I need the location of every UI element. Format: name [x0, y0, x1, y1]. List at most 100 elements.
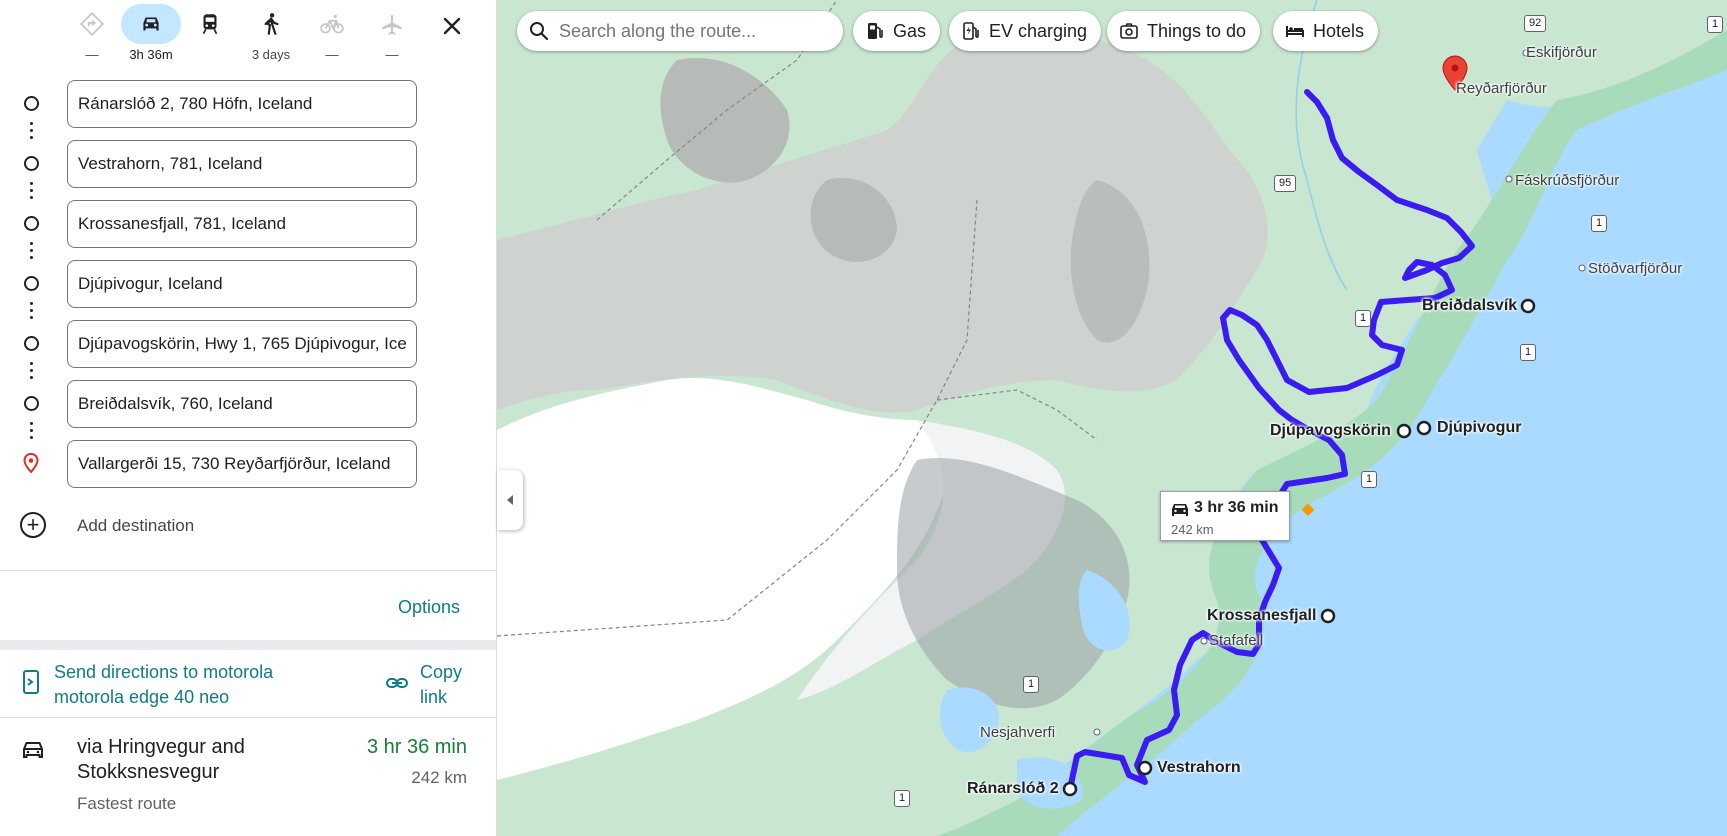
- place-label: Reyðarfjörður: [1456, 80, 1547, 97]
- route-duration: 3 hr 36 min: [366, 736, 467, 758]
- ev-charging-icon: [963, 22, 979, 40]
- waypoint-input[interactable]: [67, 260, 417, 308]
- search-input[interactable]: [559, 20, 829, 42]
- road-shield: 95: [1274, 175, 1297, 192]
- car-icon: [1172, 504, 1188, 516]
- mode-best[interactable]: —: [62, 4, 122, 64]
- search-icon: [530, 22, 549, 41]
- route-eta-callout[interactable]: 3 hr 36 min 242 km: [1160, 491, 1290, 541]
- camera-icon: [1120, 23, 1138, 39]
- chip-ev-charging[interactable]: EV charging: [949, 11, 1102, 51]
- chip-hotels[interactable]: Hotels: [1273, 11, 1379, 51]
- options-button[interactable]: Options: [398, 597, 460, 618]
- mode-driving-label: 3h 36m: [129, 47, 173, 62]
- waypoint-row: [0, 78, 496, 128]
- eta-duration: 3 hr 36 min: [1194, 499, 1279, 516]
- add-destination-button[interactable]: + Add destination: [0, 504, 496, 546]
- map-canvas[interactable]: Eskifjörður Reyðarfjörður Fáskrúðsfjörðu…: [497, 0, 1727, 836]
- walking-icon: [264, 13, 279, 35]
- send-directions-section: Send directions to motorola motorola edg…: [0, 650, 496, 718]
- mode-walking-label: 3 days: [251, 47, 291, 62]
- waypoint-row: [0, 198, 496, 248]
- place-label: Eskifjörður: [1526, 44, 1597, 61]
- waypoint-row: [0, 438, 496, 488]
- mode-transit[interactable]: [180, 4, 240, 64]
- waypoint-circle-icon: [22, 214, 40, 232]
- add-destination-label: Add destination: [77, 516, 195, 535]
- waypoint-input[interactable]: [67, 380, 417, 428]
- chip-gas[interactable]: Gas: [853, 11, 941, 51]
- waypoint-row: [0, 378, 496, 428]
- mode-cycling-label: —: [325, 47, 339, 62]
- mode-cycling[interactable]: —: [302, 4, 362, 64]
- mode-flights-label: —: [385, 47, 399, 62]
- copy-link-button[interactable]: Copy link: [386, 660, 486, 710]
- road-shield: 1: [1520, 344, 1537, 361]
- waypoint-input[interactable]: [67, 200, 417, 248]
- divider: [0, 570, 496, 571]
- airplane-icon: [382, 14, 402, 35]
- road-shield: 1: [894, 790, 911, 807]
- close-icon: [443, 17, 461, 35]
- search-along-route: [517, 11, 843, 51]
- route-subtitle: Fastest route: [77, 794, 177, 813]
- car-icon: [143, 17, 159, 31]
- place-label: Fáskrúðsfjörður: [1515, 172, 1620, 189]
- chip-label: Things to do: [1147, 20, 1247, 41]
- car-icon: [23, 742, 43, 758]
- gas-station-icon: [868, 23, 883, 39]
- section-separator: [0, 640, 496, 650]
- bed-icon: [1286, 26, 1304, 37]
- mode-transit-label: [180, 47, 240, 63]
- add-circle-icon: +: [20, 512, 46, 538]
- directions-panel: — 3h 36m 3 days — — Ránarslóð 2, 780 Höf…: [0, 0, 497, 836]
- waypoint-circle-icon: [22, 94, 40, 112]
- stop-label: Breiðdalsvík: [1422, 297, 1518, 314]
- road-shield: 1: [1591, 215, 1608, 232]
- travel-mode-bar: — 3h 36m 3 days — —: [0, 0, 496, 68]
- waypoint-input[interactable]: [67, 320, 417, 368]
- destination-input[interactable]: [67, 440, 417, 488]
- place-label: Stöðvarfjörður: [1588, 260, 1683, 277]
- link-icon: [386, 678, 408, 688]
- waypoint-input[interactable]: [67, 80, 417, 128]
- send-directions-link[interactable]: Send directions to motorola motorola edg…: [54, 660, 314, 710]
- chip-things-to-do[interactable]: Things to do: [1107, 11, 1261, 51]
- stop-label: Djúpivogur: [1437, 419, 1522, 436]
- close-directions-button[interactable]: [436, 10, 468, 42]
- road-shield: 1: [1707, 16, 1724, 33]
- stop-label: Vestrahorn: [1157, 759, 1241, 776]
- waypoint-circle-icon: [22, 274, 40, 292]
- route-distance: 242 km: [411, 768, 467, 787]
- directions-diamond-icon: [79, 11, 105, 37]
- map-terrain: [497, 0, 1727, 836]
- send-to-phone-icon: [23, 670, 39, 694]
- road-shield: 1: [1355, 310, 1372, 327]
- collapse-panel-button[interactable]: [497, 470, 523, 530]
- waypoint-row: [0, 138, 496, 188]
- road-shield: 1: [1023, 676, 1040, 693]
- waypoint-row: [0, 318, 496, 368]
- stop-label: Ránarslóð 2: [967, 780, 1059, 797]
- route-option[interactable]: via Hringvegur and Stokksnesvegur Fastes…: [0, 718, 496, 836]
- chip-label: Hotels: [1313, 20, 1365, 41]
- chip-label: EV charging: [989, 20, 1088, 41]
- waypoint-circle-icon: [22, 334, 40, 352]
- mode-flights[interactable]: —: [362, 4, 422, 64]
- mode-driving[interactable]: 3h 36m: [121, 4, 181, 64]
- place-label: Nesjahverfi: [980, 724, 1056, 741]
- destination-pin-icon: [22, 453, 40, 473]
- mode-walking[interactable]: 3 days: [241, 4, 301, 64]
- waypoint-circle-icon: [22, 154, 40, 172]
- mode-best-label: —: [85, 47, 99, 62]
- stop-label: Krossanesfjall: [1207, 607, 1317, 624]
- waypoint-input[interactable]: [67, 140, 417, 188]
- road-shield: 1: [1361, 471, 1378, 488]
- chevron-left-icon: [507, 495, 513, 505]
- stop-label: Djúpavogskörin: [1270, 422, 1391, 439]
- train-icon: [202, 14, 218, 35]
- eta-distance: 242 km: [1171, 522, 1214, 537]
- place-label: Stafafell: [1209, 632, 1264, 649]
- chip-label: Gas: [893, 20, 927, 41]
- copy-link-label: Copy link: [420, 662, 463, 707]
